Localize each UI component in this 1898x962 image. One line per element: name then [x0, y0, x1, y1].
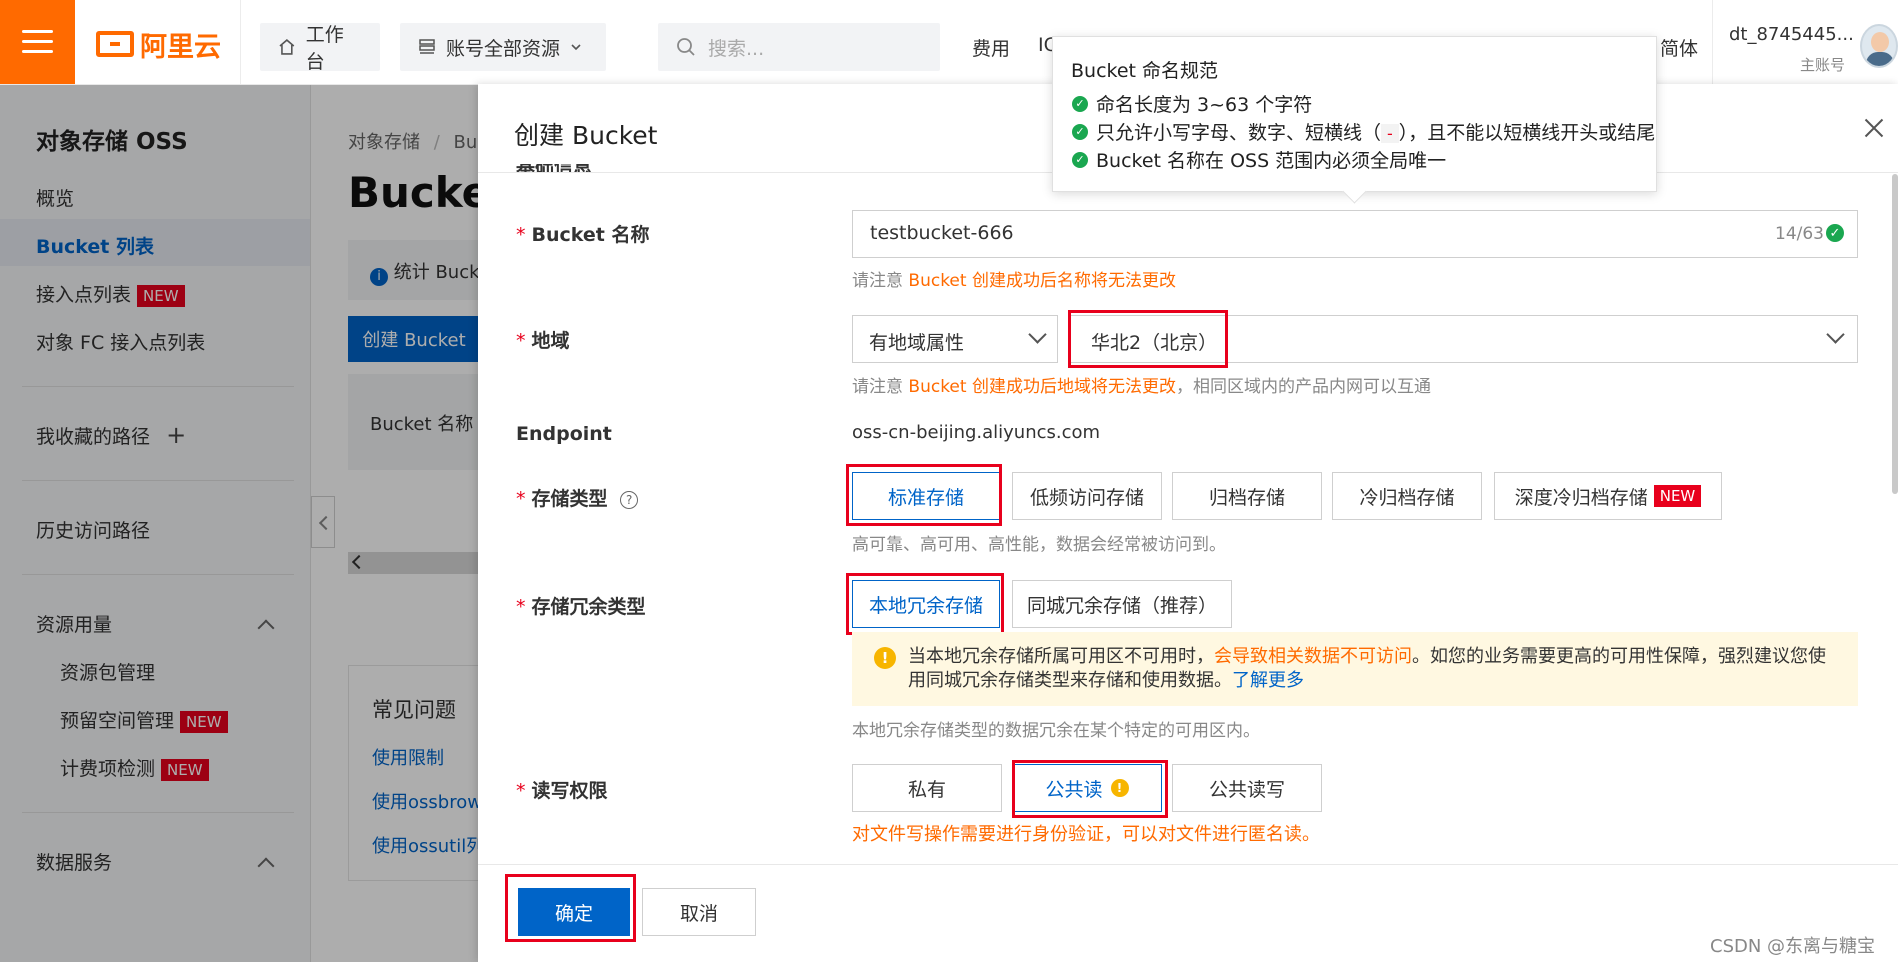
- label-text: 存储冗余类型: [531, 596, 646, 618]
- nav-link-fee[interactable]: 费用: [972, 34, 1010, 61]
- resources-label: 账号全部资源: [446, 37, 561, 60]
- resources-dropdown[interactable]: 账号全部资源: [400, 23, 606, 71]
- rule-text-part: ），且不能以短横线开头或结尾: [1398, 122, 1656, 144]
- option-label: 深度冷归档存储: [1514, 486, 1648, 509]
- storage-option-ia[interactable]: 低频访问存储: [1012, 472, 1162, 520]
- rule-text: 只允许小写字母、数字、短横线（ - ），且不能以短横线开头或结尾: [1096, 118, 1655, 145]
- hint-warning-text: Bucket 创建成功后地域将无法更改: [908, 377, 1176, 397]
- region-hint: 请注意 Bucket 创建成功后地域将无法更改，相同区域内的产品内网可以互通: [852, 372, 1431, 397]
- nav-link-language[interactable]: 简体: [1660, 34, 1698, 61]
- acl-option-public-read-write[interactable]: 公共读写: [1172, 764, 1322, 812]
- label-bucket-name: * Bucket 名称: [516, 224, 650, 246]
- nav-divider: [240, 0, 241, 84]
- avatar[interactable]: [1860, 24, 1898, 68]
- redundancy-warning-text: 当本地冗余存储所属可用区不可用时，会导致相关数据不可访问。如您的业务需要更高的可…: [908, 645, 1838, 693]
- bucket-name-hint: 请注意 Bucket 创建成功后名称将无法更改: [852, 266, 1176, 291]
- rule-text: Bucket 名称在 OSS 范围内必须全局唯一: [1096, 150, 1447, 172]
- tooltip-rule: ✓ 命名长度为 3~63 个字符: [1072, 90, 1312, 117]
- warning-icon: !: [874, 647, 896, 669]
- storage-class-hint: 高可靠、高可用、高性能，数据会经常被访问到。: [852, 535, 1226, 555]
- check-circle-icon: ✓: [1072, 123, 1088, 140]
- learn-more-link[interactable]: 了解更多: [1232, 670, 1304, 691]
- aliyun-logo-icon: [96, 31, 134, 57]
- watermark: CSDN @东离与糖宝: [1710, 936, 1876, 957]
- bucket-name-value: testbucket-666: [870, 222, 1014, 244]
- logo-text: 阿里云: [140, 31, 221, 63]
- region-attribute-value: 有地域属性: [869, 332, 965, 354]
- label-text: 读写权限: [531, 780, 608, 802]
- warning-emphasis: 会导致相关数据不可访问: [1214, 646, 1412, 667]
- storage-option-deep-cold-archive[interactable]: 深度冷归档存储 NEW: [1494, 472, 1722, 520]
- user-name[interactable]: dt_8745445...: [1729, 24, 1854, 45]
- modal-overlay[interactable]: [0, 85, 478, 962]
- workbench-label: 工作台: [305, 24, 344, 73]
- close-icon[interactable]: [1862, 116, 1886, 140]
- endpoint-value: oss-cn-beijing.aliyuncs.com: [852, 422, 1101, 443]
- chevron-down-icon: [1826, 325, 1845, 344]
- rule-text: 命名长度为 3~63 个字符: [1096, 94, 1313, 116]
- label-redundancy: * 存储冗余类型: [516, 596, 646, 618]
- label-text: 地域: [531, 330, 570, 352]
- rule-text-part: 只允许小写字母、数字、短横线（: [1096, 122, 1382, 144]
- chevron-down-icon: [571, 44, 581, 51]
- label-acl: * 读写权限: [516, 780, 608, 802]
- global-search-input[interactable]: 搜索...: [658, 23, 940, 71]
- redundancy-hint: 本地冗余存储类型的数据冗余在某个特定的可用区内。: [852, 721, 1260, 741]
- label-storage-class: * 存储类型 ?: [516, 484, 639, 511]
- search-placeholder: 搜索...: [708, 37, 765, 60]
- workbench-button[interactable]: 工作台: [260, 23, 380, 73]
- hint-text: 请注意: [852, 377, 903, 397]
- highlight-box: [505, 874, 636, 942]
- storage-class-group: 标准存储 低频访问存储 归档存储 冷归档存储 深度冷归档存储 NEW: [852, 472, 1862, 520]
- label-text: Bucket 名称: [531, 224, 650, 246]
- hint-text: 请注意: [852, 271, 903, 291]
- new-badge: NEW: [1653, 485, 1702, 507]
- warning-text: 当本地冗余存储所属可用区不可用时，: [908, 646, 1214, 667]
- user-account-type: 主账号: [1800, 56, 1846, 74]
- stack-icon: [419, 39, 435, 54]
- storage-option-cold-archive[interactable]: 冷归档存储: [1332, 472, 1482, 520]
- highlight-box: [846, 464, 1002, 526]
- search-icon: [677, 38, 695, 56]
- hamburger-menu-icon[interactable]: [0, 0, 75, 84]
- label-text: 存储类型: [531, 488, 608, 510]
- drawer-title: 创建 Bucket: [514, 121, 658, 150]
- drawer-footer-divider: [478, 864, 1898, 865]
- dash-code: -: [1381, 124, 1399, 143]
- cancel-button[interactable]: 取消: [642, 888, 756, 936]
- check-circle-icon: ✓: [1072, 151, 1088, 168]
- aliyun-logo[interactable]: 阿里云: [96, 28, 221, 63]
- bucket-name-counter: 14/63: [1775, 224, 1824, 244]
- storage-option-archive[interactable]: 归档存储: [1172, 472, 1322, 520]
- acl-warning: 对文件写操作需要进行身份验证，可以对文件进行匿名读。: [852, 824, 1320, 845]
- acl-option-private[interactable]: 私有: [852, 764, 1002, 812]
- label-endpoint: Endpoint: [516, 423, 612, 445]
- hint-text: ，相同区域内的产品内网可以互通: [1175, 377, 1431, 397]
- highlight-box: [846, 573, 1004, 635]
- chevron-down-icon: [1028, 325, 1047, 344]
- help-icon[interactable]: ?: [620, 490, 639, 509]
- home-icon: [279, 39, 295, 55]
- check-circle-icon: ✓: [1072, 95, 1088, 112]
- redundancy-option-zrs[interactable]: 同城冗余存储（推荐）: [1012, 580, 1232, 628]
- check-circle-icon: ✓: [1826, 224, 1844, 242]
- highlight-box: [1068, 310, 1228, 368]
- nav-divider: [1712, 0, 1713, 84]
- drawer-scrollbar[interactable]: [1892, 174, 1898, 494]
- tooltip-title: Bucket 命名规范: [1071, 60, 1219, 82]
- tooltip-rule: ✓ Bucket 名称在 OSS 范围内必须全局唯一: [1072, 146, 1446, 173]
- tooltip-rule: ✓ 只允许小写字母、数字、短横线（ - ），且不能以短横线开头或结尾: [1072, 118, 1655, 145]
- region-attribute-select[interactable]: 有地域属性: [852, 315, 1058, 363]
- label-region: * 地域: [516, 330, 570, 352]
- hint-warning-text: Bucket 创建成功后名称将无法更改: [908, 271, 1176, 291]
- highlight-box: [1012, 760, 1168, 818]
